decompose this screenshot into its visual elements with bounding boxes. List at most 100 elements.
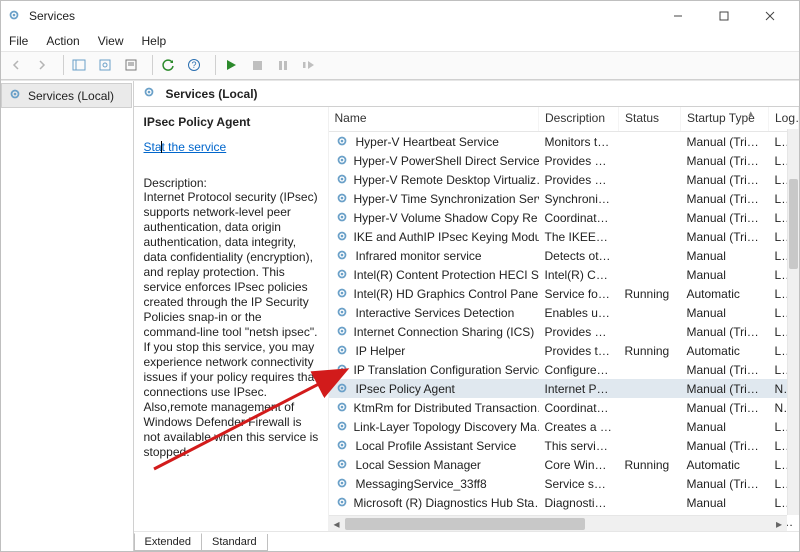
right-header-label: Services (Local): [166, 87, 258, 101]
forward-button[interactable]: [31, 54, 53, 76]
refresh-button[interactable]: [157, 54, 179, 76]
scroll-right-icon[interactable]: ▸: [771, 516, 787, 532]
service-startup-type: Manual (Trig…: [681, 379, 769, 398]
vertical-scrollbar[interactable]: [787, 129, 799, 515]
service-gear-icon: [335, 229, 349, 245]
service-description: Provides a …: [539, 151, 619, 170]
minimize-button[interactable]: [655, 1, 701, 31]
nav-item-label: Services (Local): [28, 89, 114, 103]
service-gear-icon: [335, 191, 349, 207]
service-startup-type: Manual (Trig…: [681, 189, 769, 208]
show-hide-tree-button[interactable]: [68, 54, 90, 76]
service-description: Provides tu…: [539, 341, 619, 360]
service-gear-icon: [335, 286, 349, 302]
toolbar: ?: [1, 52, 799, 80]
service-startup-type: Manual (Trig…: [681, 208, 769, 227]
service-gear-icon: [335, 248, 351, 264]
nav-item-services-local[interactable]: Services (Local): [1, 83, 132, 108]
service-description: Coordinates…: [539, 398, 619, 417]
service-name: Link-Layer Topology Discovery Ma…: [354, 420, 539, 434]
service-startup-type: Manual (Trig…: [681, 132, 769, 152]
table-row[interactable]: Hyper-V Remote Desktop Virtualiz…Provide…: [329, 170, 799, 189]
service-name: Intel(R) Content Protection HECI S…: [354, 268, 539, 282]
maximize-button[interactable]: [701, 1, 747, 31]
service-name: Hyper-V Time Synchronization Serv…: [354, 192, 539, 206]
service-startup-type: Manual (Trig…: [681, 474, 769, 493]
help-button[interactable]: ?: [183, 54, 205, 76]
service-gear-icon: [335, 134, 351, 150]
table-row[interactable]: Hyper-V Time Synchronization Serv…Synchr…: [329, 189, 799, 208]
close-button[interactable]: [747, 1, 793, 31]
service-name: Internet Connection Sharing (ICS): [354, 325, 535, 339]
horizontal-scrollbar[interactable]: ◂ ▸: [329, 515, 788, 531]
service-description: Synchronize…: [539, 189, 619, 208]
scroll-left-icon[interactable]: ◂: [329, 516, 345, 532]
table-row[interactable]: KtmRm for Distributed Transaction…Coordi…: [329, 398, 799, 417]
service-startup-type: Manual (Trig…: [681, 227, 769, 246]
nav-tree: Services (Local): [1, 81, 134, 551]
service-name: Microsoft (R) Diagnostics Hub Sta…: [354, 496, 539, 510]
export-list-button[interactable]: [94, 54, 116, 76]
service-status: [619, 227, 681, 246]
table-row[interactable]: Local Session ManagerCore Windo…RunningA…: [329, 455, 799, 474]
table-row[interactable]: Intel(R) HD Graphics Control Panel…Servi…: [329, 284, 799, 303]
table-row[interactable]: IP Translation Configuration ServiceConf…: [329, 360, 799, 379]
menu-view[interactable]: View: [98, 34, 124, 48]
service-description: Diagnostics …: [539, 493, 619, 512]
service-startup-type: Manual: [681, 303, 769, 322]
service-startup-type: Automatic: [681, 284, 769, 303]
tab-extended[interactable]: Extended: [134, 533, 202, 551]
service-description: The IKEEXT …: [539, 227, 619, 246]
stop-service-button[interactable]: [246, 54, 268, 76]
table-row[interactable]: Hyper-V Heartbeat ServiceMonitors th…Man…: [329, 132, 799, 152]
service-gear-icon: [335, 153, 349, 169]
table-row[interactable]: IPsec Policy AgentInternet Pro…Manual (T…: [329, 379, 799, 398]
col-status[interactable]: Status: [619, 107, 681, 132]
start-service-button[interactable]: [220, 54, 242, 76]
service-name: Hyper-V Remote Desktop Virtualiz…: [354, 173, 539, 187]
service-status: [619, 303, 681, 322]
menu-file[interactable]: File: [9, 34, 28, 48]
service-gear-icon: [335, 210, 349, 226]
col-startup-type[interactable]: Startup Type: [681, 107, 769, 132]
services-header-icon: [142, 85, 156, 102]
service-gear-icon: [335, 495, 349, 511]
table-row[interactable]: Internet Connection Sharing (ICS)Provide…: [329, 322, 799, 341]
table-row[interactable]: Infrared monitor serviceDetects oth…Manu…: [329, 246, 799, 265]
service-startup-type: Manual (Trig…: [681, 322, 769, 341]
table-row[interactable]: Hyper-V Volume Shadow Copy Re…Coordinate…: [329, 208, 799, 227]
service-description: Detects oth…: [539, 246, 619, 265]
service-status: [619, 265, 681, 284]
col-logon-as[interactable]: Log…: [769, 107, 799, 132]
start-service-link[interactable]: Stat the service: [144, 139, 320, 154]
table-row[interactable]: MessagingService_33ff8Service sup…Manual…: [329, 474, 799, 493]
service-gear-icon: [335, 476, 351, 492]
table-row[interactable]: Link-Layer Topology Discovery Ma…Creates…: [329, 417, 799, 436]
service-status: [619, 360, 681, 379]
column-header-row: Name Description Status Startup Type Log…: [329, 107, 799, 132]
right-header: Services (Local): [134, 81, 800, 107]
pause-service-button[interactable]: [272, 54, 294, 76]
titlebar[interactable]: Services: [1, 1, 799, 31]
table-row[interactable]: Hyper-V PowerShell Direct ServiceProvide…: [329, 151, 799, 170]
service-gear-icon: [335, 267, 349, 283]
service-startup-type: Automatic: [681, 455, 769, 474]
horizontal-scroll-thumb[interactable]: [345, 518, 585, 530]
table-row[interactable]: Intel(R) Content Protection HECI S…Intel…: [329, 265, 799, 284]
table-row[interactable]: Interactive Services DetectionEnables us…: [329, 303, 799, 322]
table-row[interactable]: IP HelperProvides tu…RunningAutomaticLoc…: [329, 341, 799, 360]
menu-action[interactable]: Action: [46, 34, 79, 48]
properties-button[interactable]: [120, 54, 142, 76]
col-description[interactable]: Description: [539, 107, 619, 132]
vertical-scroll-thumb[interactable]: [789, 179, 798, 269]
back-button[interactable]: [5, 54, 27, 76]
table-row[interactable]: Local Profile Assistant ServiceThis serv…: [329, 436, 799, 455]
table-row[interactable]: IKE and AuthIP IPsec Keying Modu…The IKE…: [329, 227, 799, 246]
table-row[interactable]: Microsoft (R) Diagnostics Hub Sta…Diagno…: [329, 493, 799, 512]
col-name[interactable]: Name: [329, 107, 539, 132]
menu-help[interactable]: Help: [142, 34, 167, 48]
detail-panel: IPsec Policy Agent Stat the service Desc…: [134, 107, 329, 531]
service-gear-icon: [335, 324, 349, 340]
restart-service-button[interactable]: [298, 54, 320, 76]
tab-standard[interactable]: Standard: [201, 534, 268, 551]
